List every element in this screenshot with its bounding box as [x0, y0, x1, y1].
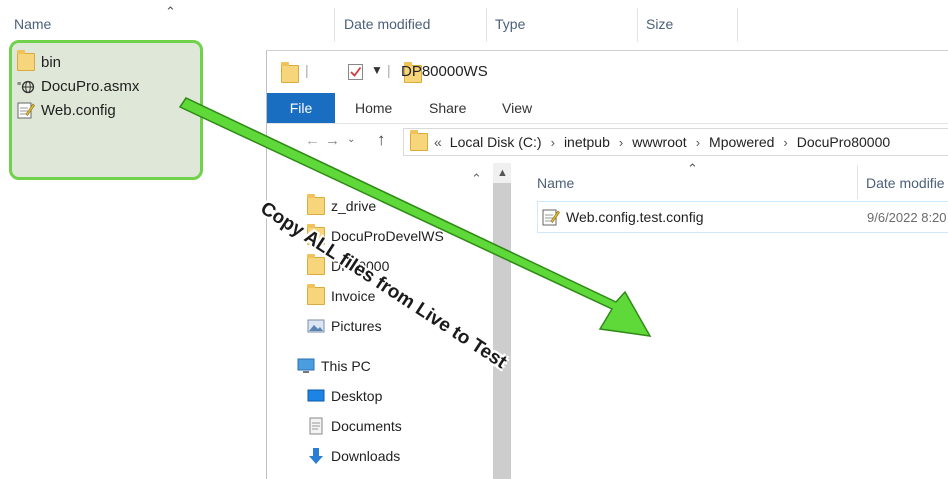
annotation-arrow: [178, 97, 652, 337]
